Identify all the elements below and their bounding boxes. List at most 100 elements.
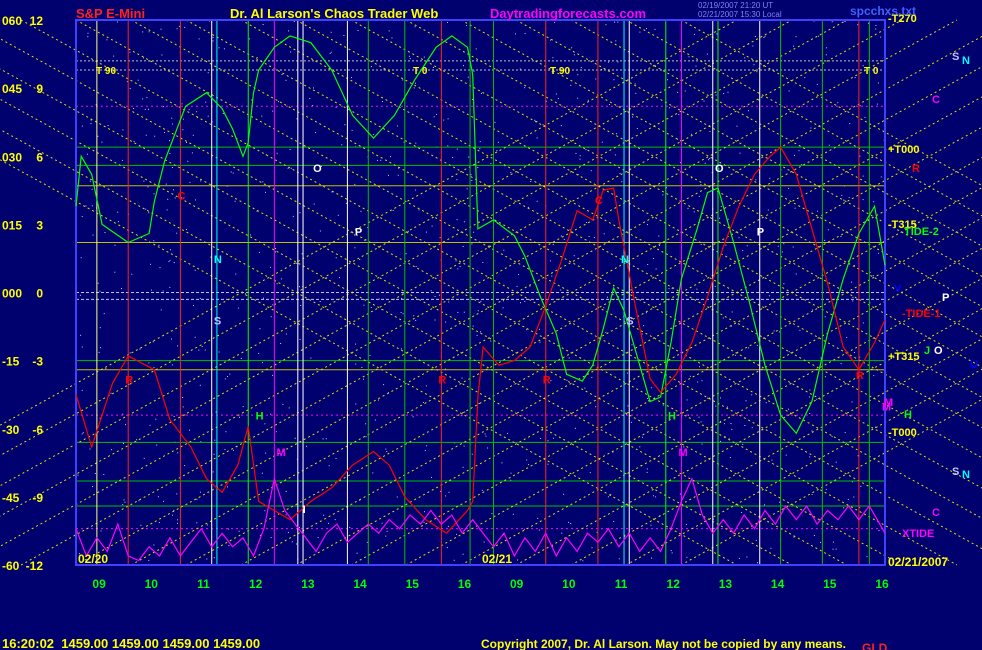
texture-dot	[731, 311, 733, 313]
texture-dot	[176, 232, 178, 234]
texture-dot	[182, 406, 184, 408]
texture-dot	[738, 237, 740, 239]
texture-dot	[164, 132, 165, 133]
texture-dot	[524, 33, 526, 35]
texture-dot	[471, 453, 473, 455]
texture-dot	[603, 233, 605, 235]
texture-dot	[853, 496, 855, 498]
texture-dot	[714, 285, 716, 287]
right-axis-label: C	[932, 94, 940, 106]
texture-dot	[832, 541, 834, 543]
texture-dot	[857, 24, 859, 26]
texture-dot	[713, 527, 715, 529]
texture-dot	[613, 520, 615, 522]
texture-dot	[837, 102, 839, 104]
texture-dot	[103, 474, 105, 475]
texture-dot	[641, 333, 643, 335]
texture-dot	[841, 194, 843, 196]
y-tick-label-outer: -30	[2, 423, 20, 437]
texture-dot	[430, 290, 432, 292]
texture-dot	[563, 238, 565, 240]
texture-dot	[400, 312, 402, 313]
texture-dot	[847, 499, 849, 500]
texture-dot	[804, 77, 806, 79]
texture-dot	[860, 485, 862, 487]
texture-dot	[188, 109, 190, 111]
texture-dot	[698, 195, 700, 197]
texture-dot	[516, 285, 518, 287]
texture-dot	[851, 401, 853, 403]
texture-dot	[386, 451, 388, 452]
planet-label: M	[678, 447, 687, 459]
site-link[interactable]: Daytradingforecasts.com	[490, 6, 646, 21]
texture-dot	[232, 172, 234, 174]
texture-dot	[259, 328, 261, 330]
texture-dot	[771, 459, 773, 461]
texture-dot	[852, 296, 854, 298]
texture-dot	[262, 362, 263, 364]
copyright: Copyright 2007, Dr. Al Larson. May not b…	[481, 637, 846, 650]
texture-dot	[654, 28, 656, 30]
texture-dot	[852, 300, 854, 302]
right-axis-label: H	[904, 409, 912, 421]
texture-dot	[334, 519, 336, 521]
texture-dot	[218, 351, 220, 353]
texture-dot	[136, 439, 138, 441]
texture-dot	[502, 307, 504, 309]
texture-dot	[595, 406, 597, 408]
texture-dot	[171, 364, 173, 366]
texture-dot	[370, 66, 372, 68]
texture-dot	[94, 473, 96, 474]
texture-dot	[824, 316, 826, 318]
texture-dot	[878, 252, 880, 254]
texture-dot	[662, 194, 664, 196]
texture-dot	[330, 31, 332, 33]
texture-dot	[621, 181, 623, 183]
texture-dot	[707, 397, 709, 399]
texture-dot	[224, 448, 226, 450]
texture-dot	[80, 257, 82, 259]
right-axis-label: N	[962, 469, 970, 481]
texture-dot	[844, 432, 846, 434]
texture-dot	[687, 207, 689, 209]
texture-dot	[799, 329, 801, 331]
y-tick-label-inner: -6	[32, 423, 43, 437]
texture-dot	[361, 367, 363, 368]
texture-dot	[276, 152, 278, 154]
texture-dot	[341, 144, 343, 146]
texture-dot	[542, 124, 544, 126]
texture-dot	[817, 210, 818, 212]
texture-dot	[363, 304, 365, 306]
texture-dot	[365, 423, 367, 425]
texture-dot	[176, 493, 178, 495]
texture-dot	[434, 296, 436, 297]
texture-dot	[285, 514, 287, 516]
texture-dot	[582, 560, 584, 562]
texture-dot	[299, 212, 301, 214]
texture-dot	[446, 547, 448, 549]
texture-dot	[453, 559, 455, 561]
texture-dot	[351, 129, 353, 131]
texture-dot	[270, 537, 272, 539]
texture-dot	[198, 38, 200, 40]
texture-dot	[699, 366, 700, 368]
texture-dot	[99, 327, 101, 329]
texture-dot	[433, 116, 435, 118]
texture-dot	[587, 99, 589, 101]
texture-dot	[212, 471, 214, 473]
y-tick-label-inner: 0	[36, 287, 43, 301]
texture-dot	[79, 294, 81, 296]
texture-dot	[412, 416, 414, 418]
texture-dot	[114, 271, 116, 273]
texture-dot	[756, 344, 758, 346]
texture-dot	[818, 35, 820, 37]
texture-dot	[468, 156, 470, 158]
texture-dot	[835, 548, 837, 550]
texture-dot	[431, 225, 433, 227]
texture-dot	[579, 155, 581, 157]
texture-dot	[316, 368, 318, 369]
texture-dot	[658, 245, 660, 246]
texture-dot	[566, 379, 568, 381]
planet-label: R	[543, 374, 551, 386]
texture-dot	[445, 495, 447, 497]
